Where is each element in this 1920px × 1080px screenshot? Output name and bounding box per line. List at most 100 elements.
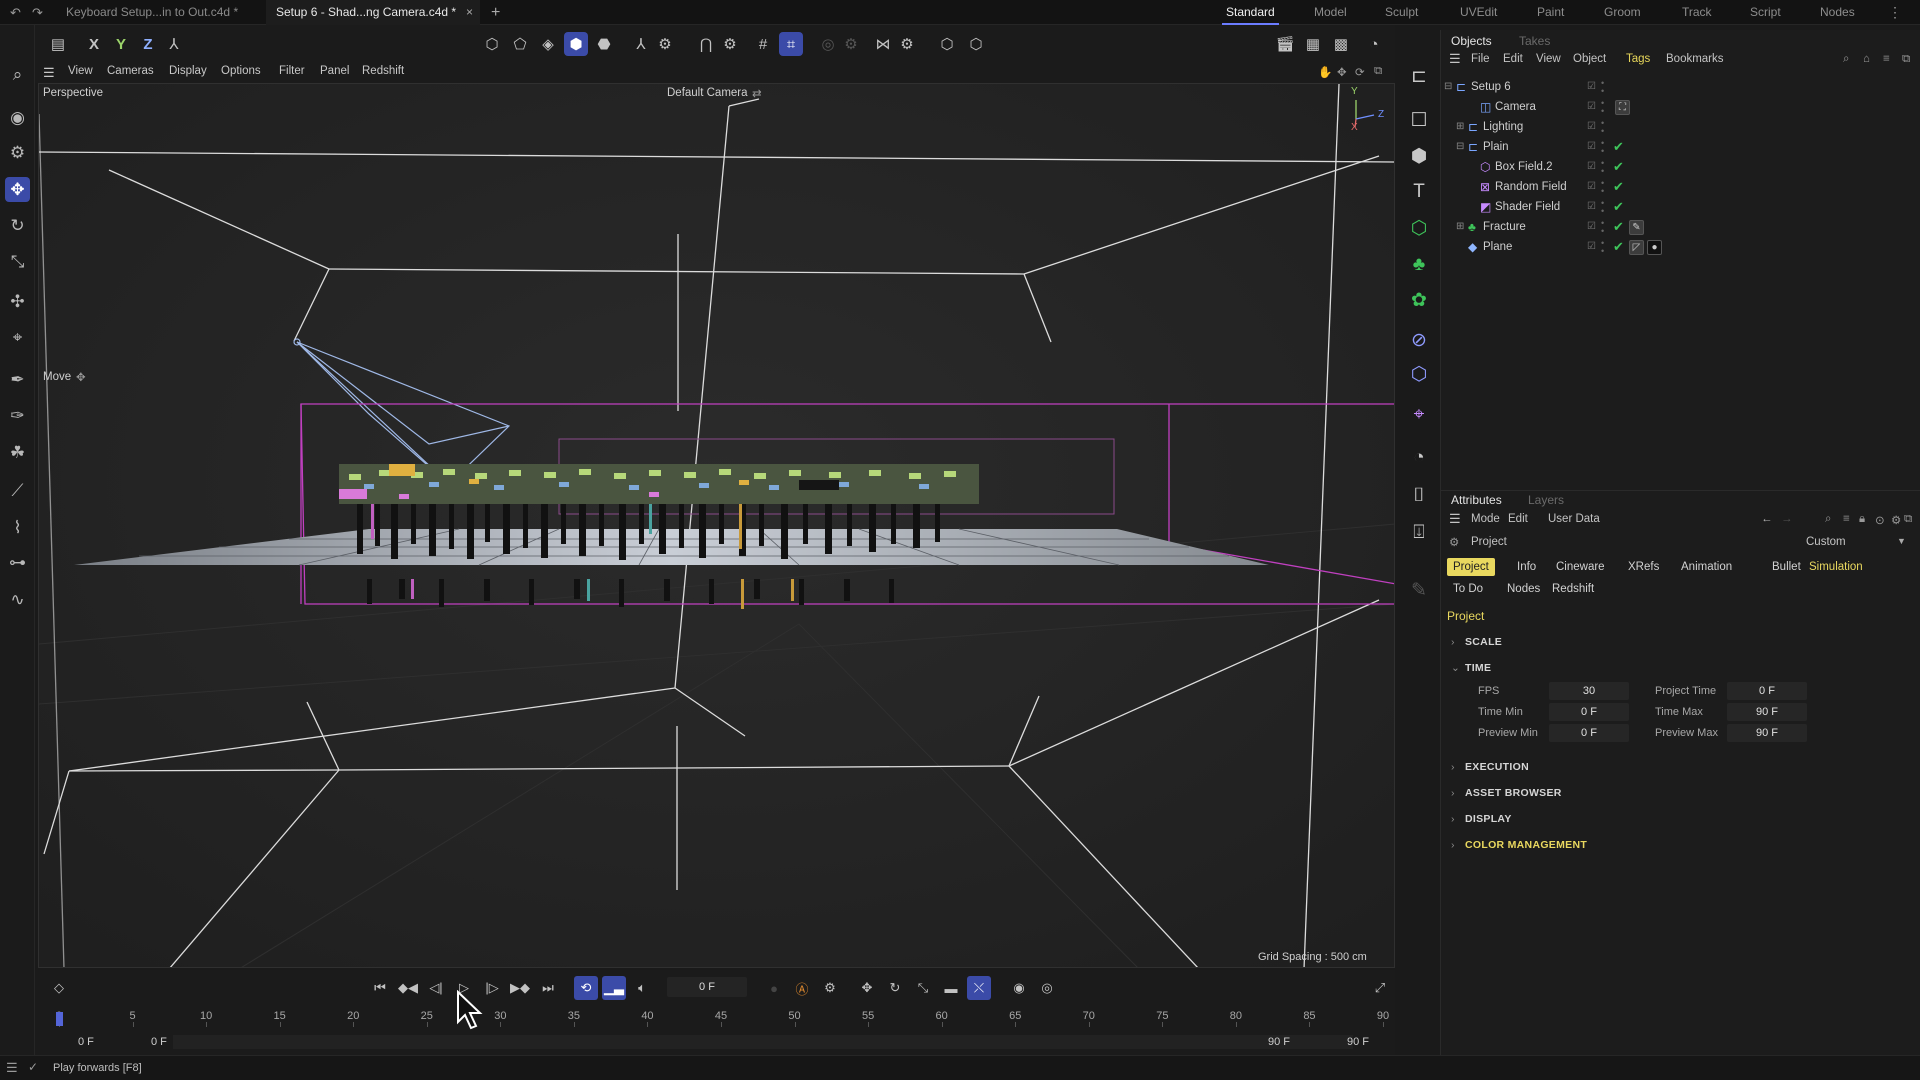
material-tag-icon[interactable]: ● xyxy=(1647,240,1662,255)
layout-tab-groom[interactable]: Groom xyxy=(1604,0,1641,25)
null-object-icon[interactable]: ⊏ xyxy=(1406,63,1432,89)
transform-tool-icon[interactable]: ✣ xyxy=(5,289,30,314)
layer-flag-icon[interactable]: ☑ xyxy=(1587,101,1596,112)
back-arrow-icon[interactable]: ← xyxy=(1761,513,1773,525)
objects-search-icon[interactable]: ⌕ xyxy=(1843,53,1849,66)
enabled-check-icon[interactable]: ✔ xyxy=(1613,139,1624,155)
object-row-plain[interactable]: ⊟ ⊏ Plain ☑ • • ✔ xyxy=(1441,138,1920,158)
render-picture-viewer-icon[interactable]: ▩ xyxy=(1329,32,1353,56)
fps-field[interactable]: 30 xyxy=(1549,682,1629,700)
loop-icon[interactable]: ⟲ xyxy=(574,976,598,1000)
object-row-fracture[interactable]: ⊞ ♣ Fracture ☑ • • ✔ ✎ xyxy=(1441,218,1920,238)
camera-object-icon[interactable]: ⌷ xyxy=(1406,483,1432,509)
edges-mode-icon[interactable]: ⬠ xyxy=(508,32,532,56)
menu-panel[interactable]: Panel xyxy=(320,65,349,77)
spline-object-icon[interactable]: ⌖ xyxy=(1406,402,1432,428)
section-color-management[interactable]: › COLOR MANAGEMENT xyxy=(1451,839,1587,851)
key-rotation-icon[interactable]: ↻ xyxy=(883,976,907,1000)
enabled-check-icon[interactable]: ✔ xyxy=(1613,179,1624,195)
go-to-end-icon[interactable]: ⏭ xyxy=(536,976,560,1000)
objects-menu-view[interactable]: View xyxy=(1536,53,1561,65)
playhead[interactable] xyxy=(56,1012,63,1026)
expand-toggle-icon[interactable]: ⊟ xyxy=(1456,141,1464,152)
objects-hamburger-icon[interactable]: ☰ xyxy=(1449,51,1461,67)
preview-min-field[interactable]: 0 F xyxy=(1549,724,1629,742)
coordinate-system-icon[interactable]: ⅄ xyxy=(162,32,186,56)
timeline-settings-icon[interactable]: ◎ xyxy=(1035,976,1059,1000)
texture-mode-icon[interactable]: ⬣ xyxy=(592,32,616,56)
undo-icon[interactable]: ↶ xyxy=(10,5,21,21)
preview-max-field[interactable]: 90 F xyxy=(1727,724,1807,742)
objects-menu-bookmarks[interactable]: Bookmarks xyxy=(1666,53,1724,65)
file-tab-setup-6[interactable]: Setup 6 - Shad...ng Camera.c4d * xyxy=(266,0,480,25)
effector-icon[interactable]: ✿ xyxy=(1406,287,1432,313)
layer-flag-icon[interactable]: ☑ xyxy=(1587,81,1596,92)
enabled-check-icon[interactable]: ✔ xyxy=(1613,199,1624,215)
autokey-icon[interactable]: Ⓐ xyxy=(790,976,814,1000)
move-view-icon[interactable]: ✥ xyxy=(1337,65,1347,79)
layout-tab-model[interactable]: Model xyxy=(1314,0,1347,25)
attributes-menu-mode[interactable]: Mode xyxy=(1471,513,1500,525)
symmetry-icon[interactable]: ⋈ xyxy=(871,32,895,56)
visibility-dots-icon[interactable]: • • xyxy=(1601,119,1604,136)
object-row-random-field[interactable]: ⊠ Random Field ☑ • • ✔ xyxy=(1441,178,1920,198)
object-name[interactable]: Fracture xyxy=(1483,221,1526,233)
section-execution[interactable]: › EXECUTION xyxy=(1451,761,1529,773)
rotate-tool-icon[interactable]: ↻ xyxy=(5,213,30,238)
soft-selection-icon[interactable]: ◎ xyxy=(816,32,840,56)
soft-selection-settings-icon[interactable]: ⚙ xyxy=(839,32,863,56)
generator-icon[interactable]: ⬡ xyxy=(1406,215,1432,241)
add-tab-icon[interactable]: + xyxy=(491,0,500,25)
tab-btn-cineware[interactable]: Cineware xyxy=(1550,558,1611,576)
layout-tab-script[interactable]: Script xyxy=(1750,0,1781,25)
render-view-icon[interactable]: ▦ xyxy=(1301,32,1325,56)
cube-primitive-icon[interactable]: ⬢ xyxy=(1406,143,1432,169)
render-region-icon[interactable]: 🎬︎ xyxy=(1273,32,1297,56)
layer-flag-icon[interactable]: ☑ xyxy=(1587,121,1596,132)
more-options-icon[interactable]: ⋮ xyxy=(1888,4,1902,21)
tab-btn-to-do[interactable]: To Do xyxy=(1447,580,1489,598)
tab-attributes[interactable]: Attributes xyxy=(1451,493,1502,507)
select-tool-icon[interactable]: ◉ xyxy=(5,105,30,130)
object-row-setup-6[interactable]: ⊟ ⊏ Setup 6 ☑ • • xyxy=(1441,78,1920,98)
snap-transform-icon[interactable]: ⌖ xyxy=(5,325,30,350)
menu-redshift[interactable]: Redshift xyxy=(362,65,404,77)
tab-takes[interactable]: Takes xyxy=(1519,34,1550,48)
object-tag-icon[interactable]: ◸ xyxy=(1629,240,1644,255)
spline-smooth-icon[interactable]: ∿ xyxy=(5,587,30,612)
previous-key-icon[interactable]: ◆◀ xyxy=(396,976,420,1000)
next-key-icon[interactable]: ▶◆ xyxy=(508,976,532,1000)
section-asset-browser[interactable]: › ASSET BROWSER xyxy=(1451,787,1562,799)
visibility-dots-icon[interactable]: • • xyxy=(1601,219,1604,236)
object-name[interactable]: Lighting xyxy=(1483,121,1523,133)
redshift-render-view-icon[interactable]: ◔ xyxy=(1362,32,1386,56)
snap-icon[interactable]: ⋂ xyxy=(694,32,718,56)
text-object-icon[interactable]: T xyxy=(1406,179,1432,205)
file-tab-keyboard-setup[interactable]: Keyboard Setup...in to Out.c4d * xyxy=(56,0,248,25)
attributes-filter-icon[interactable]: ≡ xyxy=(1843,513,1850,525)
visibility-dots-icon[interactable]: • • xyxy=(1601,99,1604,116)
field-icon[interactable]: ⬡ xyxy=(1406,361,1432,387)
polygons-mode-icon[interactable]: ◈ xyxy=(536,32,560,56)
tweak-mode-icon[interactable]: ⬡ xyxy=(935,32,959,56)
pen-tool-icon[interactable]: ✒ xyxy=(5,367,30,392)
attributes-hamburger-icon[interactable]: ☰ xyxy=(1449,511,1461,527)
range-start-b[interactable]: 0 F xyxy=(151,1036,167,1048)
object-tag-icon[interactable]: ⛶ xyxy=(1615,100,1630,115)
object-row-box-field-2[interactable]: ⬡ Box Field.2 ☑ • • ✔ xyxy=(1441,158,1920,178)
preset-dropdown-chevron-icon[interactable]: ▼ xyxy=(1897,536,1906,546)
attributes-search-icon[interactable]: ⌕ xyxy=(1825,513,1831,526)
pen-disabled-icon[interactable]: ✎ xyxy=(1406,577,1432,603)
go-to-start-icon[interactable]: ⏮ xyxy=(368,976,392,1000)
status-menu-icon[interactable]: ☰ xyxy=(6,1060,18,1076)
axis-settings-icon[interactable]: ⚙ xyxy=(653,32,677,56)
attributes-menu-user-data[interactable]: User Data xyxy=(1548,513,1600,525)
layout-tab-uvedit[interactable]: UVEdit xyxy=(1460,0,1497,25)
sound-icon[interactable]: 🔈︎ xyxy=(630,976,654,1000)
pin-icon[interactable]: ⊙ xyxy=(1875,513,1885,527)
visibility-dots-icon[interactable]: • • xyxy=(1601,199,1604,216)
measure-tool-icon[interactable]: ⊶ xyxy=(5,550,30,575)
lock-z-axis-button[interactable]: Z xyxy=(136,32,160,56)
environment-icon[interactable]: ◔ xyxy=(1406,445,1432,471)
enabled-check-icon[interactable]: ✔ xyxy=(1613,239,1624,255)
